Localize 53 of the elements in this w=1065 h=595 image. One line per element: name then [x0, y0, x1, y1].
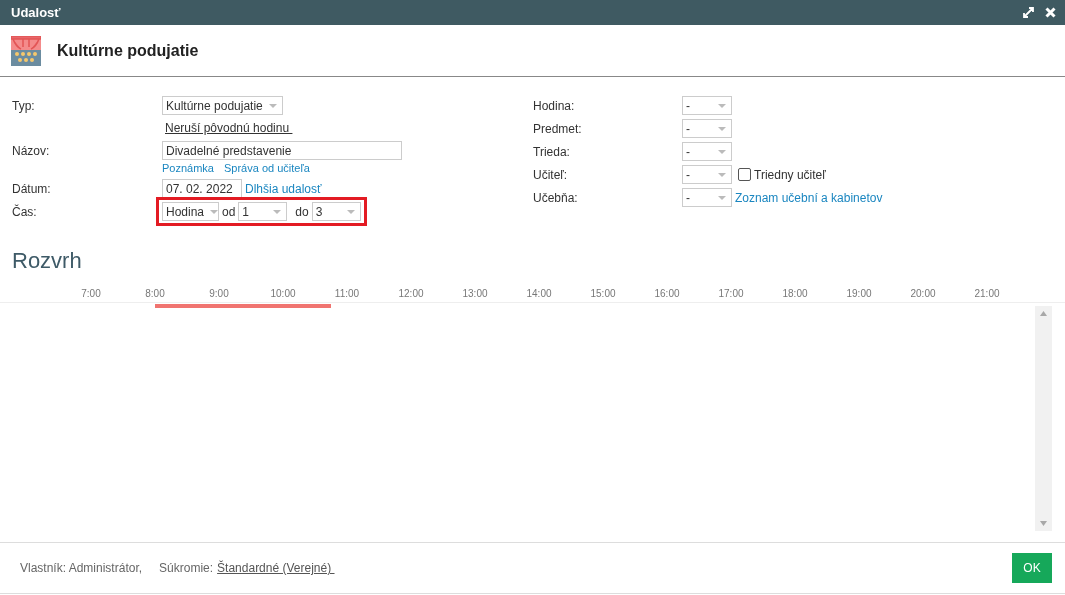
- field-label: Učebňa:: [533, 190, 579, 205]
- field-label: Predmet:: [533, 121, 583, 136]
- hour-label: 18:00: [781, 288, 809, 301]
- from-select[interactable]: 1: [238, 202, 288, 221]
- hour-label: 10:00: [269, 288, 297, 301]
- dropdown-select[interactable]: -: [682, 142, 732, 161]
- mode-select[interactable]: Hodina: [162, 202, 219, 221]
- hour-label: 9:00: [208, 288, 230, 301]
- hour-label: 16:00: [653, 288, 681, 301]
- dropdown-select[interactable]: -: [682, 96, 732, 115]
- field-label: Hodina:: [533, 98, 576, 113]
- section-title: Rozvrh: [11, 247, 83, 275]
- hour-label: 8:00: [144, 288, 166, 301]
- event-title: Kultúrne podujatie: [57, 41, 199, 60]
- hour-label: 7:00: [80, 288, 102, 301]
- to-label: do: [295, 204, 309, 219]
- hour-label: 13:00: [461, 288, 489, 301]
- field-label: Čas:: [12, 204, 38, 219]
- theater-icon: [11, 35, 41, 66]
- from-label: od: [222, 204, 236, 219]
- field-label: Názov:: [12, 143, 51, 158]
- window-title: Udalosť: [11, 5, 61, 20]
- longer-event-link[interactable]: Dlhšia udalosť: [245, 181, 322, 196]
- field-label: Učiteľ:: [533, 167, 569, 182]
- to-select[interactable]: 3: [311, 202, 361, 221]
- keep-lesson-link[interactable]: Neruší pôvodnú hodinu: [165, 121, 293, 135]
- dropdown-select[interactable]: -: [682, 119, 732, 138]
- note-link[interactable]: Správa od učiteľa: [224, 162, 310, 174]
- hour-label: 15:00: [589, 288, 617, 301]
- privacy-label: Súkromie:: [159, 561, 214, 575]
- field-label: Trieda:: [533, 144, 571, 159]
- hour-label: 14:00: [525, 288, 553, 301]
- note-link[interactable]: Poznámka: [162, 162, 214, 174]
- type-select[interactable]: Kultúrne podujatie: [162, 96, 283, 115]
- dropdown-select[interactable]: -: [682, 188, 732, 207]
- field-label: Dátum:: [12, 181, 52, 196]
- privacy-link[interactable]: Štandardné (Verejné): [217, 561, 335, 575]
- date-field[interactable]: 07. 02. 2022: [162, 179, 242, 198]
- hour-label: 11:00: [333, 288, 361, 301]
- hour-label: 17:00: [717, 288, 745, 301]
- field-label: Typ:: [12, 98, 36, 113]
- close-icon[interactable]: [1045, 7, 1056, 18]
- hour-label: 19:00: [845, 288, 873, 301]
- hour-label: 12:00: [397, 288, 425, 301]
- hour-label: 21:00: [973, 288, 1001, 301]
- owner-text: Vlastník: Administrátor,: [20, 561, 143, 575]
- hour-label: 20:00: [909, 288, 937, 301]
- dropdown-select[interactable]: -: [682, 165, 732, 184]
- maximize-icon[interactable]: [1023, 7, 1034, 18]
- checkbox[interactable]: [738, 168, 751, 181]
- name-field[interactable]: Divadelné predstavenie: [162, 141, 402, 160]
- checkbox-label: Triedny učiteľ: [754, 167, 826, 182]
- rooms-link[interactable]: Zoznam učební a kabinetov: [735, 190, 883, 205]
